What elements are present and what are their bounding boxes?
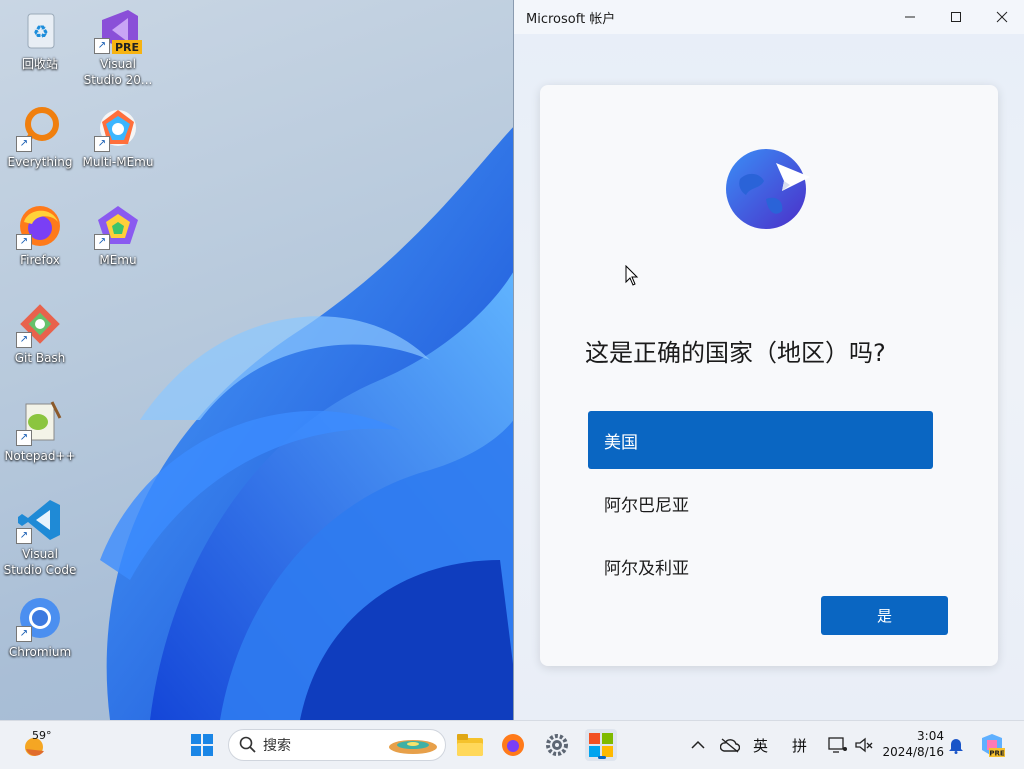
microsoft-store-button[interactable] [585, 729, 617, 761]
shortcut-arrow-icon: ↗ [94, 234, 110, 250]
settings-button[interactable] [541, 729, 573, 761]
onedrive-button[interactable] [714, 729, 746, 761]
copilot-pre-icon: PRE [982, 734, 1005, 758]
window-titlebar[interactable]: Microsoft 帐户 [514, 0, 1024, 34]
chevron-up-icon [691, 740, 705, 749]
desktop-icon-label: Chromium [8, 645, 72, 659]
firefox-icon: ↗ [16, 202, 64, 250]
desktop-icon-label: Git Bash [14, 351, 66, 365]
desktop-icon-label: Everything [7, 155, 73, 169]
desktop-icon-label: 回收站 [21, 57, 58, 71]
country-option[interactable]: 阿尔巴尼亚 [588, 474, 933, 532]
bell-icon [949, 739, 963, 754]
desktop-icon-vscode[interactable]: ↗ Visual Studio Code [0, 496, 80, 578]
desktop-icon-memu[interactable]: ↗ MEmu [78, 202, 158, 268]
close-icon [996, 11, 1008, 23]
search-highlight-icon [389, 740, 437, 754]
shortcut-arrow-icon: ↗ [16, 430, 32, 446]
country-option[interactable]: 阿尔及利亚 [588, 537, 933, 595]
firefox-icon [502, 734, 524, 756]
taskbar-search[interactable]: 搜索 [228, 729, 446, 761]
chromium-icon: ↗ [16, 594, 64, 642]
memu-icon: ↗ [94, 202, 142, 250]
desktop-icon-label: Multi-MEmu [82, 155, 154, 169]
svg-text:♻: ♻ [33, 22, 49, 43]
desktop-icon-firefox[interactable]: ↗ Firefox [0, 202, 80, 268]
desktop-icon-label: Visual Studio Code [3, 547, 77, 577]
microsoft-account-window: Microsoft 帐户 这是正确的国家（地区）吗? 美国 阿尔巴尼亚 阿尔及利… [513, 0, 1024, 720]
svg-text:PRE: PRE [989, 750, 1005, 758]
mouse-cursor-icon [625, 265, 639, 286]
firefox-taskbar-button[interactable] [497, 729, 529, 761]
country-label: 阿尔及利亚 [604, 558, 689, 579]
yes-button[interactable]: 是 [821, 596, 948, 635]
show-hidden-icons-button[interactable] [682, 729, 714, 761]
shortcut-arrow-icon: ↗ [94, 38, 110, 54]
multi-memu-icon: ↗ [94, 104, 142, 152]
notifications-button[interactable] [940, 729, 972, 761]
search-icon [239, 736, 256, 753]
ime-language-indicator[interactable]: 英 [753, 735, 768, 756]
desktop-icon-chromium[interactable]: ↗ Chromium [0, 594, 80, 660]
desktop-icon-git-bash[interactable]: ↗ Git Bash [0, 300, 80, 366]
maximize-icon [951, 12, 961, 22]
vscode-icon: ↗ [16, 496, 64, 544]
start-button[interactable] [186, 729, 218, 761]
active-indicator [598, 756, 606, 759]
volume-button[interactable] [848, 729, 880, 761]
desktop-icon-notepad-plus-plus[interactable]: ↗ Notepad++ [0, 398, 80, 464]
desktop-icon-multi-memu[interactable]: ↗ Multi-MEmu [78, 104, 158, 170]
desktop-icon-recycle-bin[interactable]: ♻ 回收站 [0, 6, 80, 72]
oobe-card: 这是正确的国家（地区）吗? 美国 阿尔巴尼亚 阿尔及利亚 是 [540, 85, 998, 666]
ime-mode-indicator[interactable]: 拼 [792, 735, 807, 756]
maximize-button[interactable] [933, 0, 979, 34]
clock-time: 3:04 [917, 729, 944, 743]
desktop-icon-label: Firefox [20, 253, 60, 267]
question-heading: 这是正确的国家（地区）吗? [585, 339, 886, 367]
desktop-icon-everything[interactable]: ↗ Everything [0, 104, 80, 170]
clock-date: 2024/8/16 [882, 745, 944, 759]
minimize-icon [905, 16, 915, 18]
minimize-button[interactable] [887, 0, 933, 34]
close-button[interactable] [979, 0, 1024, 34]
pre-badge: PRE [115, 41, 139, 54]
everything-search-icon: ↗ [16, 104, 64, 152]
globe-paper-plane-icon [726, 149, 810, 229]
recycle-bin-icon: ♻ [16, 6, 64, 54]
shortcut-arrow-icon: ↗ [16, 528, 32, 544]
desktop-icon-label: MEmu [99, 253, 137, 267]
visual-studio-icon: PRE ↗ [94, 6, 142, 54]
desktop-icon-label: Visual Studio 20... [83, 57, 153, 87]
country-label: 美国 [604, 432, 638, 453]
notepad-plus-plus-icon: ↗ [16, 398, 64, 446]
file-explorer-button[interactable] [454, 729, 486, 761]
speaker-muted-icon [855, 737, 873, 753]
desktop-icon-label: Notepad++ [4, 449, 76, 463]
search-placeholder: 搜索 [263, 738, 291, 754]
windows-start-icon [191, 734, 213, 756]
git-bash-icon: ↗ [16, 300, 64, 348]
country-label: 阿尔巴尼亚 [604, 495, 689, 516]
settings-gear-icon [546, 734, 568, 756]
shortcut-arrow-icon: ↗ [94, 136, 110, 152]
network-display-icon [828, 737, 847, 753]
shortcut-arrow-icon: ↗ [16, 626, 32, 642]
taskbar: 59° 搜索 英 拼 3:04 2024/8/16 PRE [0, 720, 1024, 769]
file-explorer-icon [457, 734, 483, 756]
clock[interactable]: 3:04 2024/8/16 [882, 728, 944, 760]
window-title: Microsoft 帐户 [526, 11, 616, 27]
weather-temperature: 59° [32, 729, 52, 742]
microsoft-logo-icon [589, 733, 613, 757]
cloud-offline-icon [720, 738, 740, 753]
shortcut-arrow-icon: ↗ [16, 234, 32, 250]
country-option-selected[interactable]: 美国 [588, 411, 933, 469]
shortcut-arrow-icon: ↗ [16, 136, 32, 152]
shortcut-arrow-icon: ↗ [16, 332, 32, 348]
desktop-icon-visual-studio[interactable]: PRE ↗ Visual Studio 20... [78, 6, 158, 88]
copilot-button[interactable]: PRE [976, 729, 1008, 761]
